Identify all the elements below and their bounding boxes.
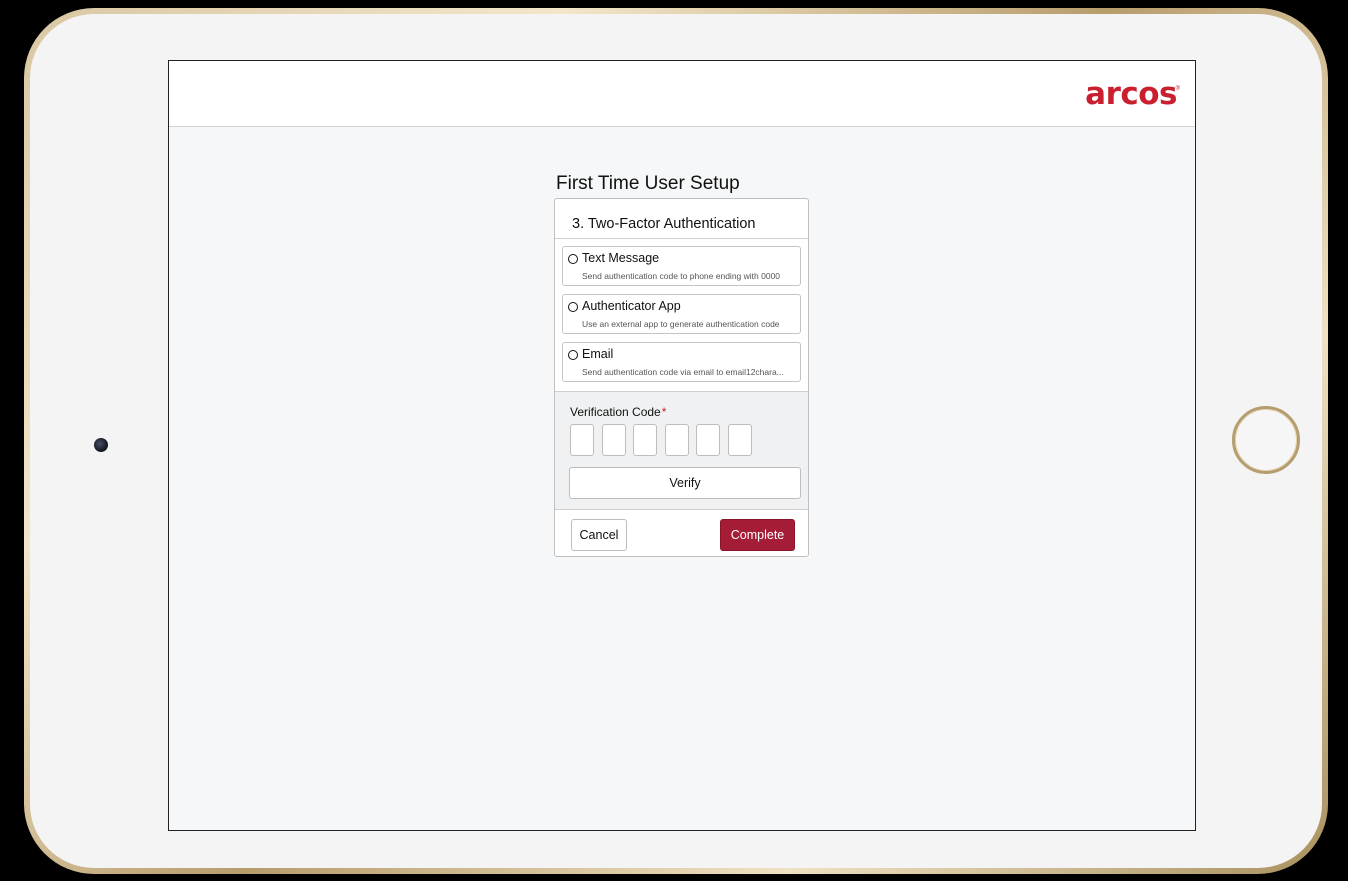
code-digit-input[interactable] (664, 424, 689, 456)
radio-button-icon[interactable] (568, 350, 578, 360)
code-digit-input[interactable] (727, 424, 752, 456)
radio-button-icon[interactable] (568, 302, 578, 312)
option-label: Authenticator App (582, 299, 681, 313)
home-button[interactable] (1232, 406, 1300, 474)
page-title: First Time User Setup (556, 173, 740, 194)
option-label: Text Message (582, 251, 660, 265)
step-title: 3. Two-Factor Authentication (555, 199, 808, 239)
option-description: Use an external app to generate authenti… (582, 319, 780, 329)
top-bar: arcos ® (169, 61, 1195, 127)
option-authenticator-app[interactable]: Authenticator App Use an external app to… (562, 294, 801, 334)
option-text-message[interactable]: Text Message Send authentication code to… (562, 246, 801, 286)
setup-card: 3. Two-Factor Authentication Text Messag… (554, 198, 809, 557)
camera-icon (94, 438, 108, 452)
tablet-frame: arcos ® First Time User Setup 3. Two-Fac… (24, 8, 1328, 874)
verify-button[interactable]: Verify (569, 467, 801, 499)
code-digit-input[interactable] (570, 424, 594, 456)
option-label: Email (582, 347, 614, 361)
code-digit-input[interactable] (696, 424, 721, 456)
verification-code-label: Verification Code* (570, 405, 801, 419)
radio-button-icon[interactable] (568, 254, 578, 264)
option-description: Send authentication code via email to em… (582, 367, 784, 377)
verification-section: Verification Code* Verify (555, 391, 808, 510)
required-asterisk: * (661, 405, 667, 419)
auth-method-options: Text Message Send authentication code to… (555, 239, 808, 391)
arcos-logo: arcos (1085, 76, 1177, 112)
code-digit-input[interactable] (601, 424, 626, 456)
option-description: Send authentication code to phone ending… (582, 271, 781, 281)
verification-code-label-text: Verification Code (570, 405, 661, 419)
code-digit-input[interactable] (633, 424, 658, 456)
registered-mark: ® (1175, 86, 1180, 92)
screen: arcos ® First Time User Setup 3. Two-Fac… (168, 60, 1196, 831)
tablet-bezel: arcos ® First Time User Setup 3. Two-Fac… (30, 14, 1322, 868)
card-footer: Cancel Complete (555, 510, 808, 556)
complete-button[interactable]: Complete (720, 519, 795, 551)
option-email[interactable]: Email Send authentication code via email… (562, 342, 801, 382)
verification-code-inputs (570, 424, 801, 456)
cancel-button[interactable]: Cancel (571, 519, 627, 551)
